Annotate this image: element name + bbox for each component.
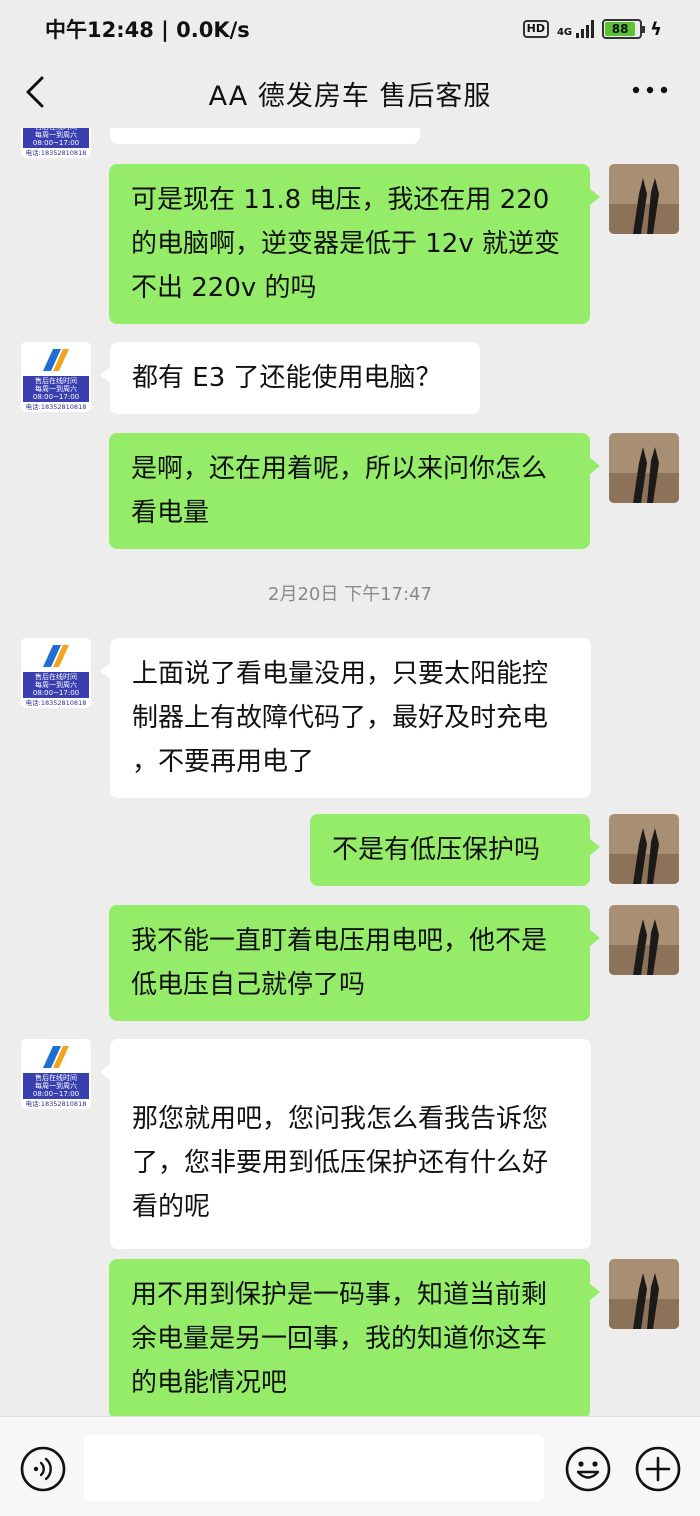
- emoji-icon[interactable]: [564, 1445, 612, 1493]
- user-avatar[interactable]: [609, 1259, 679, 1329]
- status-bar: 中午12:48 | 0.0K/s HD 4G 88 ϟ: [0, 0, 700, 58]
- message-bubble-me[interactable]: 用不用到保护是一码事，知道当前剩余电量是另一回事，我的知道你这车的电能情况吧: [109, 1259, 600, 1416]
- user-avatar[interactable]: [609, 433, 679, 503]
- message-bubble-partial[interactable]: [100, 128, 420, 144]
- service-avatar[interactable]: 售后在线时间每周一到周六08:00~17:00 电话:18352810818: [21, 342, 91, 412]
- chevron-left-icon[interactable]: [22, 74, 54, 110]
- signal-icon: [576, 20, 595, 38]
- timestamp: 2月20日 下午17:47: [268, 584, 432, 605]
- message-input[interactable]: [84, 1435, 544, 1501]
- chat-title: AA 德发房车 售后客服: [208, 80, 492, 112]
- message-bubble-me[interactable]: 是啊，还在用着呢，所以来问你怎么看电量: [109, 433, 600, 549]
- hd-badge: HD: [522, 20, 549, 38]
- input-bar: [0, 1416, 700, 1516]
- service-avatar[interactable]: 售后在线时间每周一到周六08:00~17:00 电话:18352810818: [21, 1039, 91, 1109]
- chat-header: AA 德发房车 售后客服: [0, 58, 700, 128]
- status-time: 中午12:48 | 0.0K/s: [45, 18, 250, 42]
- service-avatar[interactable]: 售后在线时间每周一到周六08:00~17:00 电话:18352810818: [21, 638, 91, 708]
- message-bubble-me[interactable]: 可是现在 11.8 电压，我还在用 220 的电脑啊，逆变器是低于 12v 就逆…: [109, 164, 600, 324]
- battery-icon: 88: [602, 19, 646, 39]
- user-avatar[interactable]: [609, 164, 679, 234]
- more-dots-icon[interactable]: [630, 80, 670, 100]
- plus-icon[interactable]: [634, 1445, 682, 1493]
- message-bubble-me[interactable]: 我不能一直盯着电压用电吧，他不是低电压自己就停了吗: [109, 905, 600, 1021]
- network-type: 4G: [556, 26, 573, 38]
- message-bubble-them[interactable]: 上面说了看电量没用，只要太阳能控制器上有故障代码了，最好及时充电 ，不要再用电了: [100, 638, 591, 798]
- voice-icon[interactable]: [19, 1445, 67, 1493]
- message-bubble-me[interactable]: 不是有低压保护吗: [310, 814, 600, 886]
- message-list[interactable]: 售后在线时间每周一到周六08:00~17:00 电话:18352810818 可…: [0, 128, 700, 1416]
- service-avatar[interactable]: 售后在线时间每周一到周六08:00~17:00 电话:18352810818: [21, 128, 91, 158]
- message-bubble-them[interactable]: 那您就用吧，您问我怎么看我告诉您了，您非要用到低压保护还有什么好看的呢: [100, 1039, 591, 1249]
- user-avatar[interactable]: [609, 905, 679, 975]
- battery-level: 88: [605, 22, 636, 36]
- charging-icon: ϟ: [650, 18, 662, 40]
- user-avatar[interactable]: [609, 814, 679, 884]
- message-bubble-them[interactable]: 都有 E3 了还能使用电脑？: [100, 342, 480, 414]
- status-indicators: HD 4G 88 ϟ: [522, 18, 662, 40]
